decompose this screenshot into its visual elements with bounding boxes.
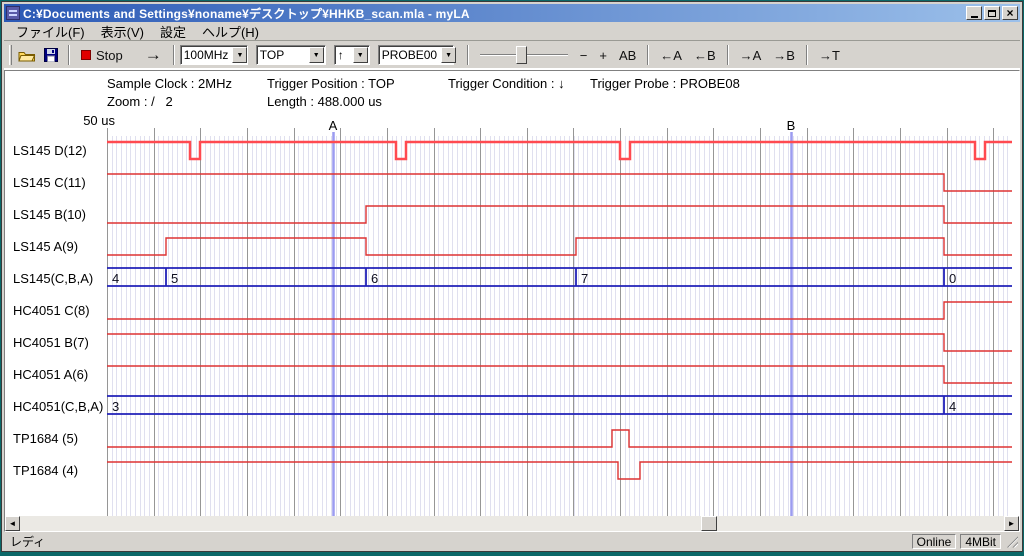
set-marker-b-button[interactable]: →B [767,44,801,66]
close-icon: × [1006,8,1013,18]
toolbar-gripper [9,45,12,65]
sample-clock-value: 100MHz [181,48,232,62]
chevron-down-icon[interactable]: ▼ [309,47,324,63]
chevron-down-icon[interactable]: ▼ [353,47,368,63]
zoom-ab-button[interactable]: AB [613,44,642,66]
zoom-slider-thumb[interactable] [516,46,527,64]
trigger-probe-info: Trigger Probe : PROBE08 [590,76,740,91]
scroll-left-button[interactable]: ◄ [5,516,20,531]
trigger-probe-value: PROBE00 [379,48,440,62]
channel-label-ls145-a-9-: LS145 A(9) [13,239,107,255]
zoom-out-button[interactable]: − [574,44,594,66]
channel-label-hc4051-c-b-a-: HC4051(C,B,A) [13,399,107,415]
window-title: C:¥Documents and Settings¥noname¥デスクトップ¥… [23,5,964,22]
channel-label-ls145-c-11-: LS145 C(11) [13,175,107,191]
goto-trigger-button[interactable]: →T [813,44,846,66]
minimize-button[interactable] [966,6,982,20]
scrollbar-track[interactable] [20,516,1004,531]
trigger-position-value: TOP [257,48,308,62]
scrollbar-thumb[interactable] [701,516,717,531]
trigger-edge-value: ↑ [335,48,352,62]
minimize-icon [971,16,978,18]
toolbar-separator [806,45,808,65]
toolbar-separator [467,45,469,65]
channel-label-tp1684-5-: TP1684 (5) [13,431,107,447]
menu-bar: ファイル(F) 表示(V) 設定 ヘルプ(H) [4,22,1020,41]
trigger-probe-combo[interactable]: PROBE00 ▼ [378,45,454,65]
goto-marker-b-button[interactable]: ←B [688,44,722,66]
bus-value: 7 [581,271,588,286]
open-button[interactable] [15,44,39,66]
run-button[interactable]: → [139,44,168,66]
channel-label-ls145-b-10-: LS145 B(10) [13,207,107,223]
status-memory-badge: 4MBit [960,534,1001,549]
bus-value: 5 [171,271,178,286]
bus-value: 0 [949,271,956,286]
app-icon [6,6,20,20]
scroll-right-button[interactable]: ► [1004,516,1019,531]
stop-icon [81,50,91,60]
zoom-in-button[interactable]: + [593,44,613,66]
maximize-button[interactable] [984,6,1000,20]
maximize-icon [988,10,996,17]
status-online-badge: Online [912,534,957,549]
channel-label-ls145-c-b-a-: LS145(C,B,A) [13,271,107,287]
stop-label: Stop [96,48,123,63]
goto-marker-a-button[interactable]: ←A [654,44,688,66]
trigger-position-combo[interactable]: TOP ▼ [256,45,326,65]
trigger-edge-combo[interactable]: ↑ ▼ [334,45,370,65]
sample-clock-info: Sample Clock : 2MHz [107,76,232,91]
length-info: Length : 488.000 us [267,94,382,109]
chevron-down-icon[interactable]: ▼ [232,47,247,63]
zoom-info: Zoom : / 2 [107,94,173,109]
waveform-canvas[interactable]: 4 5 6 7 0 3 4 [107,128,1012,516]
close-button[interactable]: × [1002,6,1018,20]
bus-value: 4 [112,271,119,286]
bus-value: 3 [112,399,119,414]
menu-file[interactable]: ファイル(F) [8,21,93,42]
stop-button[interactable]: Stop [75,44,129,66]
channel-label-hc4051-b-7-: HC4051 B(7) [13,335,107,351]
status-bar: レディ Online 4MBit [4,532,1020,549]
toolbar-separator [173,45,175,65]
channel-label-hc4051-a-6-: HC4051 A(6) [13,367,107,383]
zoom-slider[interactable] [480,45,568,65]
trigger-condition-info: Trigger Condition : ↓ [448,76,565,91]
chevron-down-icon[interactable]: ▼ [441,47,456,63]
toolbar: Stop → 100MHz ▼ TOP ▼ ↑ ▼ PROBE00 ▼ − + … [4,41,1020,70]
toolbar-separator [647,45,649,65]
menu-settings[interactable]: 設定 [152,21,194,42]
bus-value: 6 [371,271,378,286]
toolbar-separator [727,45,729,65]
horizontal-scrollbar[interactable]: ◄ ► [5,516,1019,531]
open-folder-icon [18,49,36,62]
toolbar-separator [68,45,70,65]
save-floppy-icon [44,48,58,62]
sample-clock-combo[interactable]: 100MHz ▼ [180,45,248,65]
channel-label-tp1684-4-: TP1684 (4) [13,463,107,479]
waveform-panel: Sample Clock : 2MHz Trigger Position : T… [4,70,1020,532]
menu-view[interactable]: 表示(V) [93,21,152,42]
time-scale-label: 50 us [67,113,115,128]
status-ready-text: レディ [10,533,908,550]
channel-label-hc4051-c-8-: HC4051 C(8) [13,303,107,319]
resize-grip[interactable] [1005,535,1018,548]
save-button[interactable] [39,44,63,66]
bus-value: 4 [949,399,956,414]
title-bar: C:¥Documents and Settings¥noname¥デスクトップ¥… [4,4,1020,22]
trigger-position-info: Trigger Position : TOP [267,76,395,91]
menu-help[interactable]: ヘルプ(H) [194,21,267,42]
channel-label-ls145-d-12-: LS145 D(12) [13,143,107,159]
app-window: C:¥Documents and Settings¥noname¥デスクトップ¥… [1,1,1023,552]
set-marker-a-button[interactable]: →A [734,44,768,66]
